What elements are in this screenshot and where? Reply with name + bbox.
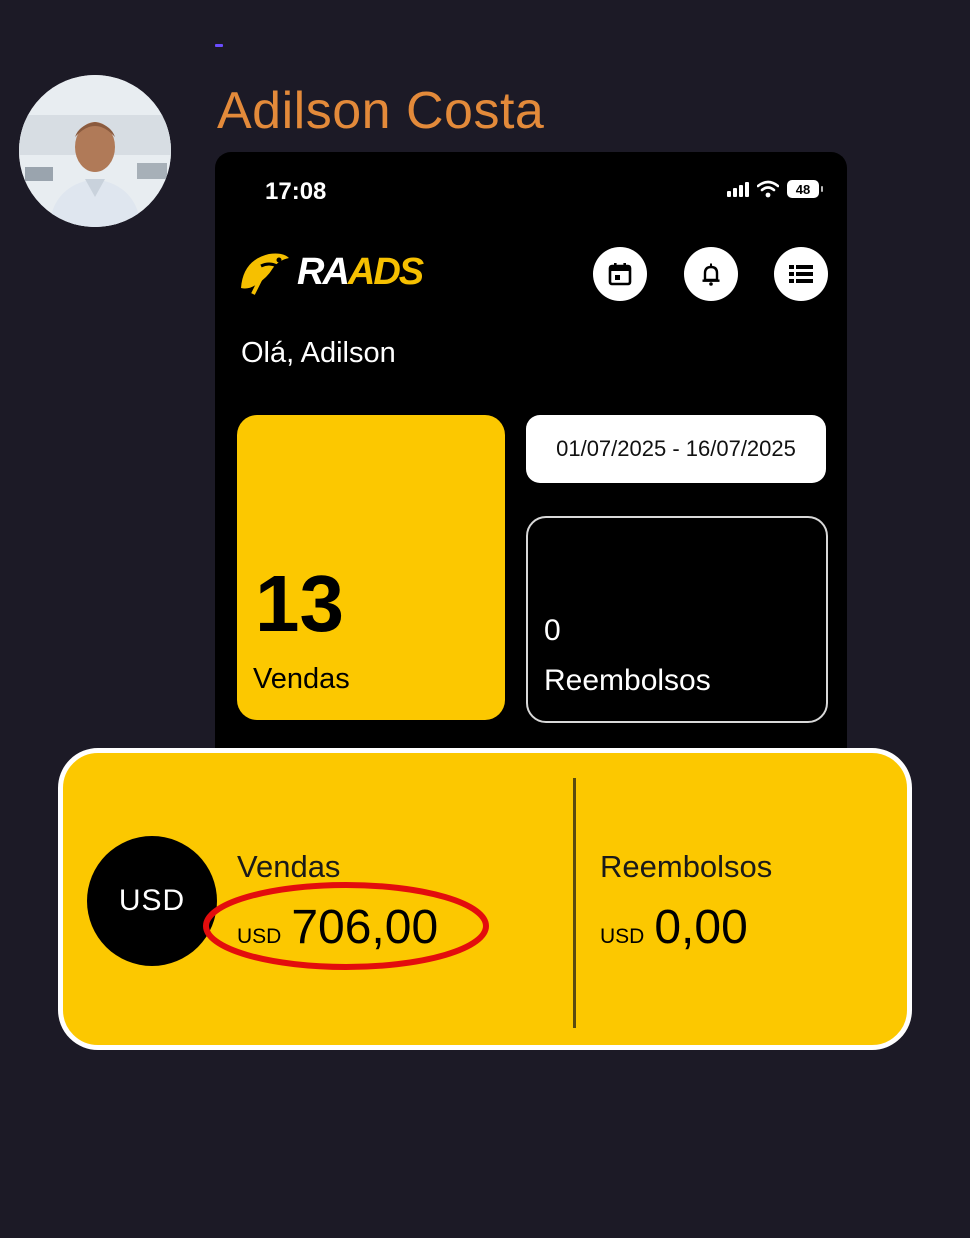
logo-bird-icon <box>241 253 289 295</box>
refunds-count-value: 0 <box>544 614 561 647</box>
avatar[interactable] <box>19 75 171 227</box>
refunds-amount-label: Reembolsos <box>600 849 773 884</box>
status-icons: 48 <box>727 180 823 198</box>
avatar-photo <box>19 75 171 227</box>
signal-icon <box>727 181 749 197</box>
refunds-amount-value: 0,00 <box>654 901 748 954</box>
status-time: 17:08 <box>265 178 327 205</box>
calendar-button[interactable] <box>593 247 647 301</box>
bell-icon <box>702 263 720 286</box>
date-range-button[interactable]: 01/07/2025 - 16/07/2025 <box>526 415 826 483</box>
brand-wordmark: RAADS <box>297 250 424 294</box>
currency-badge: USD <box>87 836 217 966</box>
battery-icon: 48 <box>787 180 823 198</box>
author-name[interactable]: Adilson Costa <box>217 80 544 142</box>
highlight-circle <box>203 882 489 970</box>
refunds-count-label: Reembolsos <box>544 664 711 697</box>
accent-dash <box>215 44 223 47</box>
sales-count-card[interactable]: 13 Vendas <box>237 415 505 720</box>
menu-button[interactable] <box>774 247 828 301</box>
sales-count-label: Vendas <box>253 663 350 695</box>
phone-screenshot: 17:08 48 RAADS Olá, Adilson 13 Vendas 01… <box>215 152 847 792</box>
divider <box>573 778 576 1028</box>
wifi-icon <box>757 180 779 198</box>
refunds-count-card[interactable]: 0 Reembolsos <box>526 516 828 723</box>
refunds-currency: USD <box>600 925 645 948</box>
menu-list-icon <box>789 265 813 283</box>
notifications-button[interactable] <box>684 247 738 301</box>
calendar-icon <box>608 263 632 286</box>
refunds-amount: USD 0,00 <box>600 901 748 955</box>
brand-logo: RAADS <box>239 248 424 296</box>
brand-part1: RA <box>297 251 350 293</box>
greeting: Olá, Adilson <box>241 337 396 369</box>
sales-count-value: 13 <box>255 559 344 648</box>
brand-part2: ADS <box>347 251 424 293</box>
